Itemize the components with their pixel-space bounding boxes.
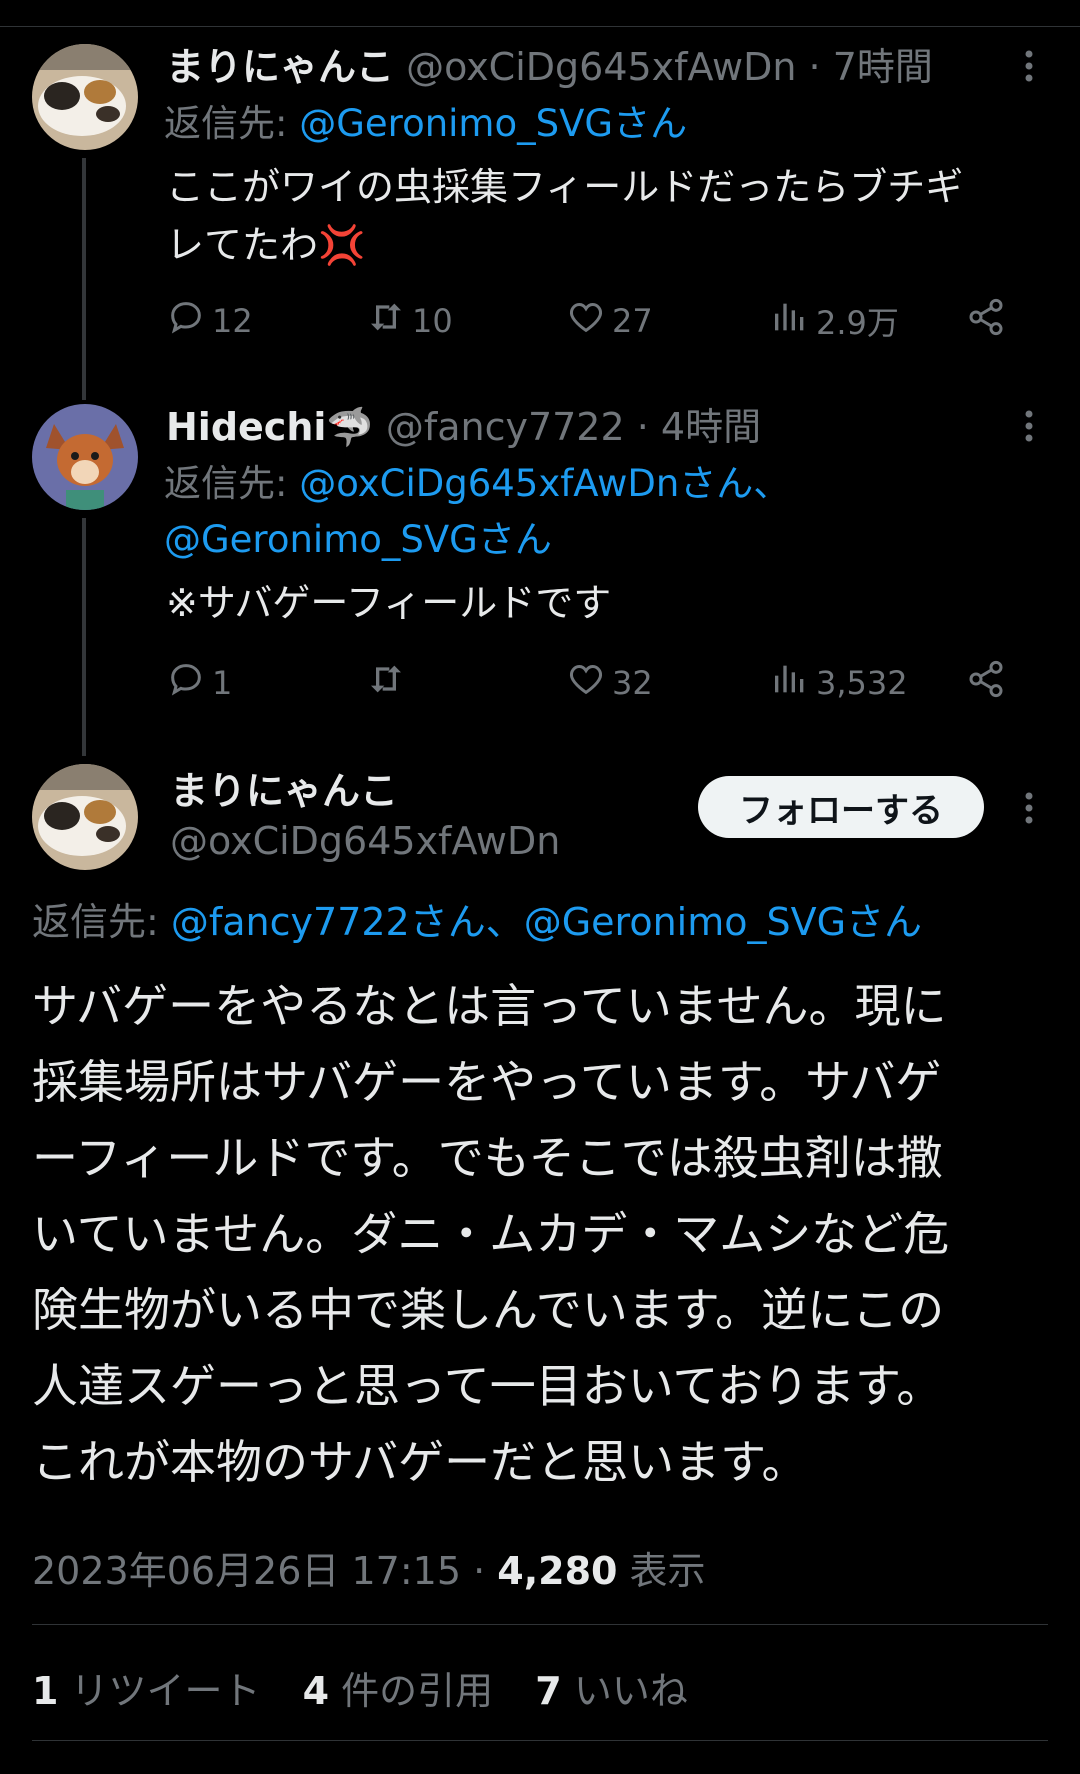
retweets-label: リツイート	[58, 1669, 261, 1713]
reply-prefix: 返信先:	[164, 462, 300, 505]
likes-label: いいね	[561, 1669, 688, 1713]
avatar[interactable]	[32, 44, 138, 150]
quotes-stat[interactable]: 4 件の引用	[303, 1669, 494, 1713]
more-options-icon[interactable]	[1014, 406, 1044, 446]
tweet-header: Hidechi🦈 @fancy7722 · 4時間	[166, 404, 761, 450]
analytics-icon	[770, 297, 816, 345]
divider	[32, 1624, 1048, 1625]
reply-button[interactable]: 1	[166, 658, 232, 708]
views-count: 2.9万	[816, 304, 899, 342]
retweet-icon	[366, 659, 412, 707]
share-icon	[966, 659, 1012, 707]
reply-icon	[166, 297, 212, 345]
main-tweet-handle: @oxCiDg645xfAwDn	[170, 818, 560, 864]
thread-line	[82, 518, 86, 756]
retweet-button[interactable]	[366, 658, 412, 708]
share-button[interactable]	[966, 658, 1012, 708]
reply-context: 返信先: @oxCiDg645xfAwDnさん、 @Geronimo_SVGさん	[164, 456, 790, 568]
tweet-text-line: 険生物がいる中で楽しんでいます。逆にこの	[32, 1283, 945, 1337]
retweets-stat[interactable]: 1 リツイート	[32, 1669, 261, 1713]
tweet-text: ※サバゲーフィールドです	[166, 574, 1046, 632]
reply-mention-link[interactable]: @oxCiDg645xfAwDnさん、	[299, 462, 790, 505]
action-bar: 1 32 3,532	[166, 658, 1026, 708]
timestamp[interactable]: · 4時間	[637, 405, 761, 449]
reply-mention-link[interactable]: @Geronimo_SVGさん	[299, 102, 687, 145]
analytics-icon	[770, 659, 816, 707]
username[interactable]: @oxCiDg645xfAwDn	[406, 45, 796, 89]
quotes-count: 4	[302, 1669, 330, 1713]
reply-context: 返信先: @fancy7722さん、@Geronimo_SVGさん	[32, 894, 922, 950]
tweet-text-line: これが本物のサバゲーだと思います。	[32, 1435, 808, 1489]
main-tweet-text: サバゲーをやるなとは言っていません。現に 採集場所はサバゲーをやっています。サバ…	[32, 968, 1042, 1500]
share-icon	[966, 297, 1012, 345]
likes-count: 7	[535, 1669, 562, 1713]
tweet-text-line: ーフィールドです。でもそこでは殺虫剤は撒	[32, 1131, 943, 1185]
tweet-text: ここがワイの虫採集フィールドだったらブチギ レてたわ💢	[166, 158, 1046, 274]
display-name[interactable]: Hidechi🦈	[166, 405, 374, 449]
more-options-icon[interactable]	[1014, 46, 1044, 86]
like-count: 27	[612, 302, 653, 340]
top-divider	[0, 26, 1080, 27]
username[interactable]: @oxCiDg645xfAwDn	[170, 818, 560, 864]
follow-button[interactable]: フォローする	[698, 776, 984, 838]
avatar[interactable]	[32, 404, 138, 510]
engagement-stats: 1 リツイート 4 件の引用 7 いいね	[32, 1660, 718, 1715]
display-name[interactable]: まりにゃんこ	[170, 768, 398, 814]
heart-icon	[566, 297, 612, 345]
retweets-count: 1	[32, 1669, 59, 1713]
tweet-header: まりにゃんこ @oxCiDg645xfAwDn · 7時間	[166, 44, 933, 90]
view-label: 表示	[617, 1549, 706, 1593]
reply-mention-link[interactable]: @Geronimo_SVGさん	[164, 518, 552, 561]
reply-prefix: 返信先:	[32, 900, 171, 944]
view-count: 4,280	[497, 1549, 618, 1593]
like-count: 32	[612, 664, 653, 702]
like-button[interactable]: 27	[566, 296, 653, 346]
likes-stat[interactable]: 7 いいね	[535, 1669, 688, 1713]
like-button[interactable]: 32	[566, 658, 653, 708]
action-bar: 12 10 27 2.9万	[166, 296, 1026, 346]
heart-icon	[566, 659, 612, 707]
tweet-text-line: いていません。ダニ・ムカデ・マムシなど危	[32, 1207, 950, 1261]
share-button[interactable]	[966, 296, 1012, 346]
reply-context: 返信先: @Geronimo_SVGさん	[164, 96, 687, 152]
post-timestamp[interactable]: 2023年06月26日 17:15 ·	[32, 1549, 497, 1593]
quotes-label: 件の引用	[329, 1669, 494, 1713]
tweet-text-line: ここがワイの虫採集フィールドだったらブチギ	[166, 165, 964, 209]
retweet-count: 10	[412, 302, 453, 340]
reply-button[interactable]: 12	[166, 296, 253, 346]
reply-count: 1	[212, 664, 233, 702]
reply-prefix: 返信先:	[164, 102, 300, 145]
main-tweet-header: まりにゃんこ	[170, 768, 398, 814]
tweet-text-line: サバゲーをやるなとは言っていません。現に	[32, 979, 947, 1033]
reply-icon	[166, 659, 212, 707]
username[interactable]: @fancy7722	[386, 405, 625, 449]
views-button[interactable]: 3,532	[770, 658, 908, 708]
views-button[interactable]: 2.9万	[770, 296, 899, 346]
tweet-text-line: 人達スゲーっと思って一目おいております。	[32, 1359, 943, 1413]
avatar[interactable]	[32, 764, 138, 870]
tweet-text-line: レてたわ💢	[166, 223, 366, 267]
tweet-meta: 2023年06月26日 17:15 · 4,280 表示	[32, 1540, 706, 1595]
tweet-text-line: 採集場所はサバゲーをやっています。サバゲ	[32, 1055, 942, 1109]
views-count: 3,532	[816, 664, 908, 702]
more-options-icon[interactable]	[1014, 788, 1044, 828]
retweet-button[interactable]: 10	[366, 296, 453, 346]
thread-line	[82, 158, 86, 400]
divider	[32, 1740, 1048, 1741]
tweet-text-line: ※サバゲーフィールドです	[166, 581, 612, 625]
reply-mention-link[interactable]: @fancy7722さん、@Geronimo_SVGさん	[171, 900, 922, 944]
display-name[interactable]: まりにゃんこ	[166, 45, 394, 89]
timestamp[interactable]: · 7時間	[809, 45, 933, 89]
reply-count: 12	[212, 302, 253, 340]
retweet-icon	[366, 297, 412, 345]
